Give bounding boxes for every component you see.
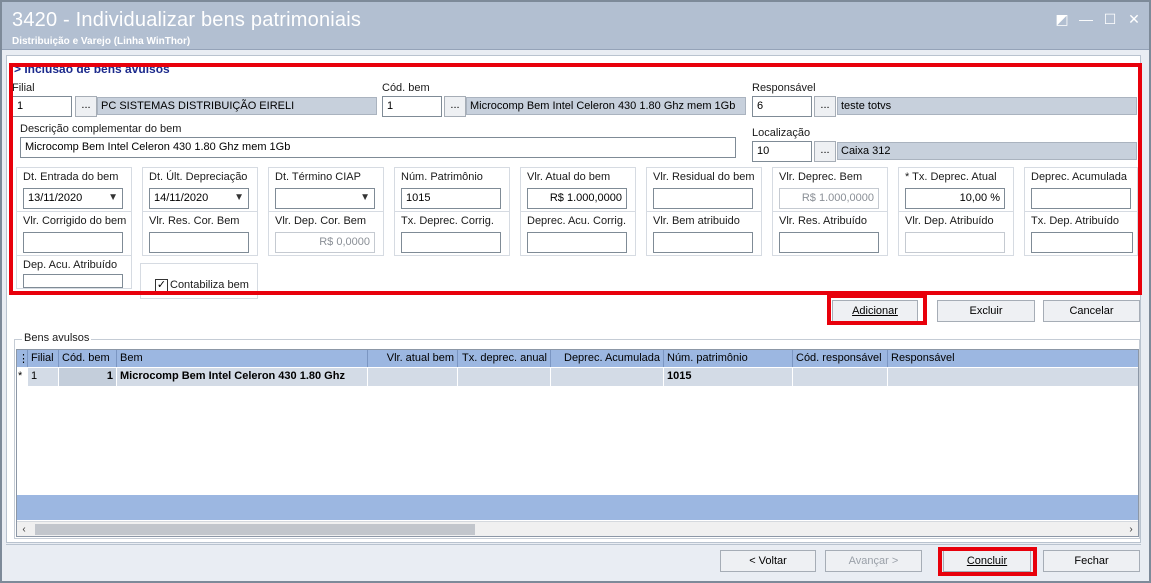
col-tx-deprec[interactable]: Tx. deprec. anual (458, 350, 551, 367)
cell-cod-responsavel (793, 368, 888, 386)
col-responsavel[interactable]: Responsável (888, 350, 1138, 367)
cell-cod-bem: 1 (59, 368, 117, 386)
fechar-button[interactable]: Fechar (1043, 550, 1140, 572)
excluir-button[interactable]: Excluir (937, 300, 1035, 322)
adicionar-highlight-box (827, 294, 927, 325)
cell-responsavel (888, 368, 1138, 386)
cell-filial: 1 (28, 368, 59, 386)
col-filial[interactable]: Filial (28, 350, 59, 367)
window-controls: ◩ — ☐ ✕ (1053, 10, 1143, 28)
footer-divider (6, 544, 1141, 545)
row-marker: * (17, 368, 28, 386)
cell-num-patrimonio: 1015 (664, 368, 793, 386)
concluir-highlight-box (938, 547, 1037, 576)
maximize-icon[interactable]: ☐ (1101, 10, 1119, 28)
grid-header: ⋮ Filial Cód. bem Bem Vlr. atual bem Tx.… (17, 350, 1138, 367)
minimize-icon[interactable]: — (1077, 10, 1095, 28)
horizontal-scrollbar[interactable]: ‹ › (17, 521, 1138, 536)
col-num-patrimonio[interactable]: Núm. patrimônio (664, 350, 793, 367)
grid-footer (17, 495, 1138, 520)
close-icon[interactable]: ✕ (1125, 10, 1143, 28)
cell-bem: Microcomp Bem Intel Celeron 430 1.80 Ghz (117, 368, 368, 386)
table-row[interactable]: * 1 1 Microcomp Bem Intel Celeron 430 1.… (17, 368, 1138, 386)
col-vlr-atual[interactable]: Vlr. atual bem (368, 350, 458, 367)
scroll-left-icon[interactable]: ‹ (17, 522, 31, 536)
bens-avulsos-label: Bens avulsos (22, 332, 92, 344)
bens-avulsos-grid: ⋮ Filial Cód. bem Bem Vlr. atual bem Tx.… (16, 349, 1139, 537)
window-title: 3420 - Individualizar bens patrimoniais (12, 9, 362, 31)
form-highlight-box (9, 63, 1142, 295)
cell-tx-deprec (458, 368, 551, 386)
voltar-button[interactable]: < Voltar (720, 550, 816, 572)
cell-deprec-acumulada (551, 368, 664, 386)
title-bar: 3420 - Individualizar bens patrimoniais … (2, 2, 1149, 50)
avancar-button: Avançar > (825, 550, 922, 572)
col-cod-bem[interactable]: Cód. bem (59, 350, 117, 367)
scrollbar-thumb[interactable] (35, 524, 475, 535)
window-subtitle: Distribuição e Varejo (Linha WinThor) (12, 36, 191, 47)
scroll-right-icon[interactable]: › (1124, 522, 1138, 536)
col-deprec-acumulada[interactable]: Deprec. Acumulada (551, 350, 664, 367)
col-bem[interactable]: Bem (117, 350, 368, 367)
cancelar-button[interactable]: Cancelar (1043, 300, 1140, 322)
grid-menu-icon[interactable]: ⋮ (17, 350, 29, 367)
restore-icon[interactable]: ◩ (1053, 10, 1071, 28)
cell-vlr-atual (368, 368, 458, 386)
col-cod-responsavel[interactable]: Cód. responsável (793, 350, 888, 367)
